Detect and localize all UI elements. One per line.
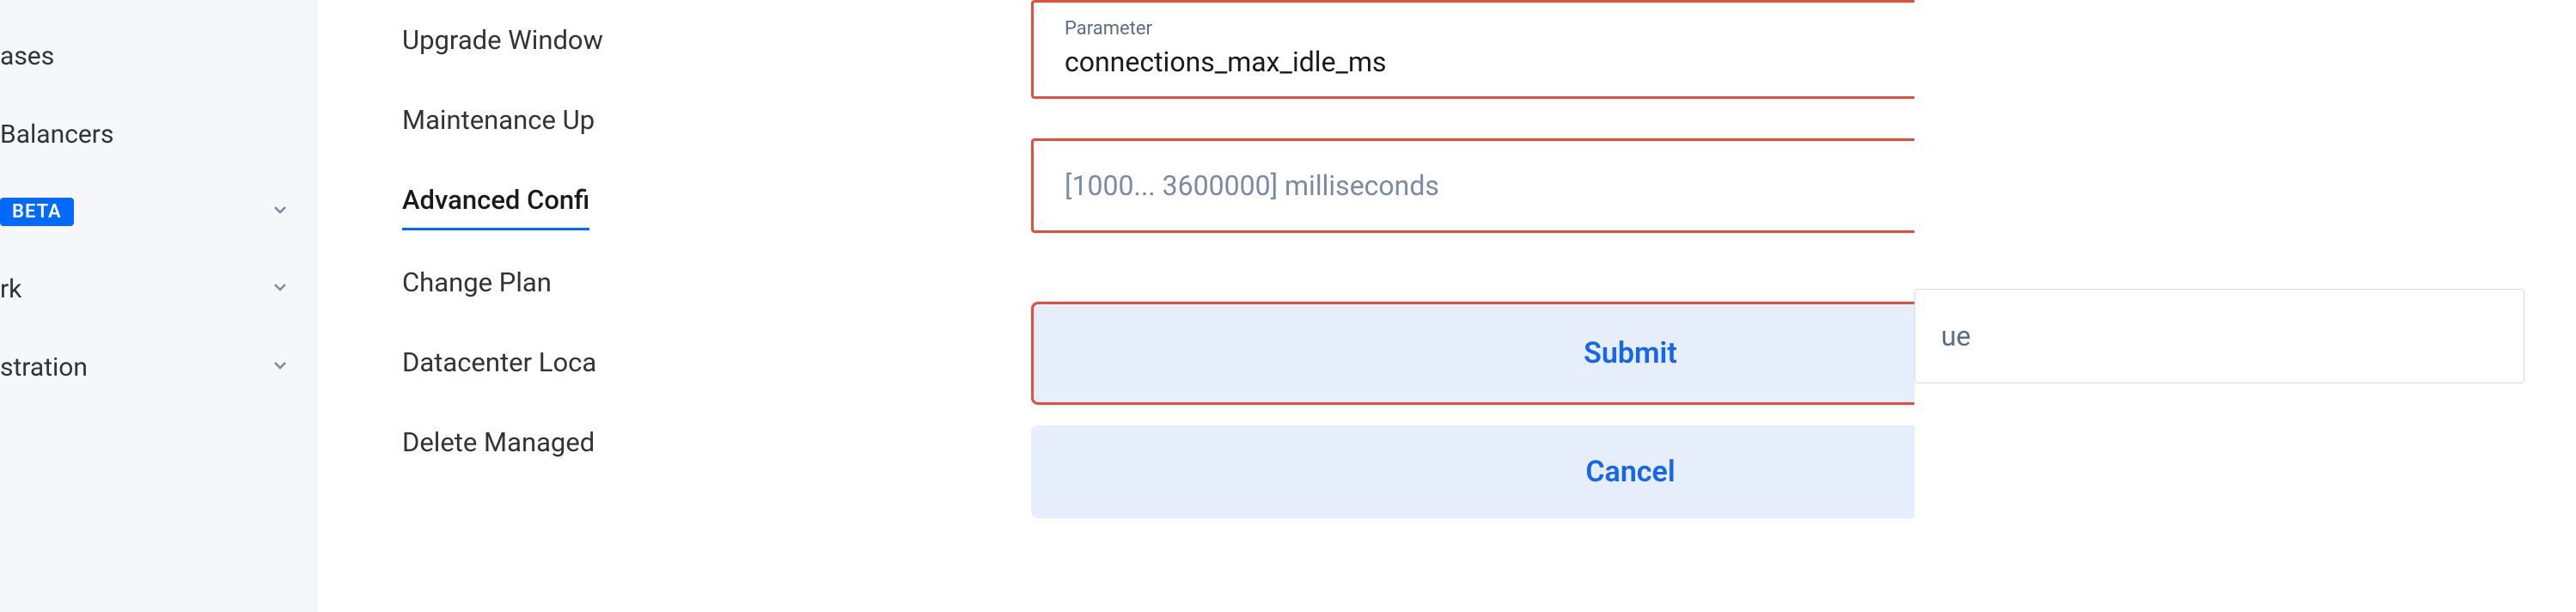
nav-change-plan[interactable]: Change Plan (402, 242, 603, 322)
sidebar-item-administration[interactable]: stration (0, 328, 318, 407)
nav-item-label: Datacenter Loca (402, 346, 596, 378)
sidebar-item-databases[interactable]: ases (0, 17, 318, 95)
nav-item-label: Change Plan (402, 266, 552, 298)
sidebar-item-label: ases (0, 41, 54, 71)
sidebar-item-label: stration (0, 352, 88, 382)
right-field-text: ue (1941, 320, 1971, 352)
beta-badge: BETA (0, 198, 74, 226)
chevron-down-icon (270, 277, 290, 303)
sidebar-item-balancers[interactable]: Balancers (0, 95, 318, 174)
right-placeholder-field[interactable]: ue (1914, 289, 2524, 383)
sidebar-item-label: rk (0, 274, 21, 304)
nav-datacenter[interactable]: Datacenter Loca (402, 322, 603, 402)
sidebar-item-network[interactable]: rk (0, 250, 318, 328)
nav-delete-managed[interactable]: Delete Managed (402, 402, 603, 482)
sidebar-item-beta[interactable]: BETA (0, 174, 318, 250)
chevron-down-icon (270, 199, 290, 225)
secondary-nav: Upgrade Window Maintenance Up Advanced C… (402, 0, 603, 482)
nav-item-label: Advanced Confi (402, 184, 589, 216)
chevron-down-icon (270, 355, 290, 381)
nav-item-label: Upgrade Window (402, 24, 603, 56)
nav-advanced-config[interactable]: Advanced Confi (402, 160, 589, 230)
nav-item-label: Delete Managed (402, 426, 595, 458)
sidebar: ases Balancers BETA rk stration (0, 0, 318, 612)
nav-upgrade-window[interactable]: Upgrade Window (402, 0, 603, 80)
right-panel: ue (1914, 0, 2576, 612)
nav-maintenance[interactable]: Maintenance Up (402, 80, 603, 160)
submit-button-label: Submit (1584, 336, 1677, 370)
cancel-button-label: Cancel (1585, 455, 1675, 489)
nav-item-label: Maintenance Up (402, 104, 595, 136)
main-panel: Upgrade Window Maintenance Up Advanced C… (318, 0, 2576, 612)
sidebar-item-label: Balancers (0, 119, 113, 150)
